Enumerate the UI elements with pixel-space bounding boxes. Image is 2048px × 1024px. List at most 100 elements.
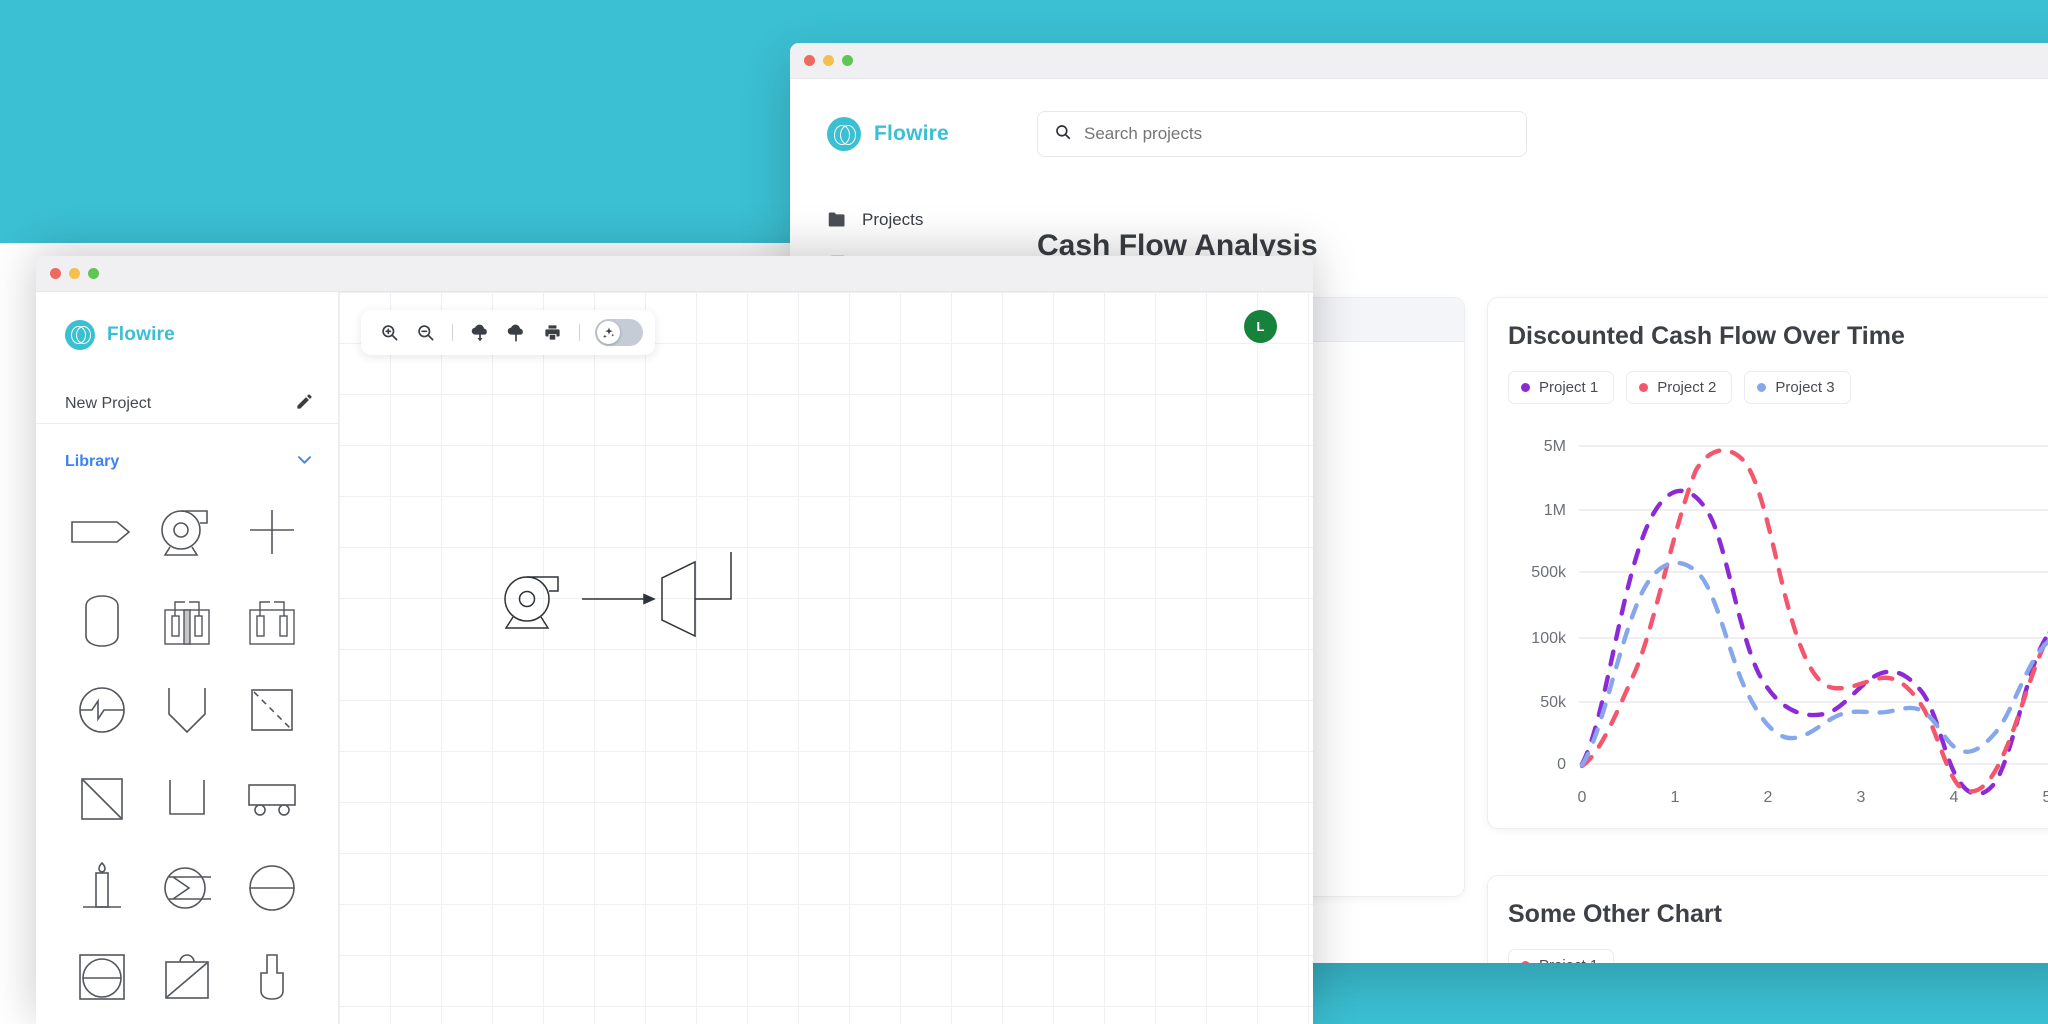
close-window-button[interactable] <box>804 55 815 66</box>
legend-dot-project-1 <box>1521 383 1530 392</box>
xtick-label: 4 <box>1950 789 1959 806</box>
zoom-in-button[interactable] <box>373 317 405 349</box>
chart-card-dcf: Discounted Cash Flow Over Time Project 1… <box>1487 297 2048 829</box>
shape-open-tank[interactable] <box>145 759 230 838</box>
library-title: Library <box>65 453 120 470</box>
shape-probe[interactable] <box>229 937 314 1016</box>
shape-dashed-diagonal-box[interactable] <box>229 670 314 749</box>
canvas-toolbar[interactable] <box>361 310 655 355</box>
shape-candle-burner[interactable] <box>60 848 145 927</box>
editor-window-titlebar[interactable] <box>36 256 1313 292</box>
legend-chip-project-2[interactable]: Project 2 <box>1626 371 1733 404</box>
chart-1-legend[interactable]: Project 1 Project 2 Project 3 <box>1508 371 2048 404</box>
editor-close-button[interactable] <box>50 268 61 279</box>
chart-1-svg: 5M 1M 500k 100k 50k 0 0 1 2 3 4 5 <box>1531 438 2048 806</box>
chevron-down-icon[interactable] <box>295 450 314 474</box>
ai-assist-toggle-knob[interactable] <box>597 321 620 344</box>
legend-chip-project-1[interactable]: Project 1 <box>1508 371 1615 404</box>
brand-name: Flowire <box>874 122 949 145</box>
zoom-out-button[interactable] <box>409 317 441 349</box>
project-name: New Project <box>65 394 152 412</box>
toolbar-divider-1 <box>452 324 453 341</box>
shape-circle-in-box[interactable] <box>60 937 145 1016</box>
legend-chip-project-3[interactable]: Project 3 <box>1744 371 1851 404</box>
chart-1-plot: 5M 1M 500k 100k 50k 0 0 1 2 3 4 5 <box>1504 424 2048 814</box>
editor-sidebar: Flowire New Project Library <box>36 292 339 1024</box>
diagram-editor-window[interactable]: Flowire New Project Library L <box>36 256 1313 1024</box>
ai-assist-toggle[interactable] <box>595 319 643 346</box>
minimize-window-button[interactable] <box>823 55 834 66</box>
editor-minimize-button[interactable] <box>69 268 80 279</box>
series-line-project-3 <box>1579 560 2048 768</box>
shape-crossing-lines[interactable] <box>229 492 314 571</box>
flowire-logo-icon <box>827 117 861 151</box>
diagram-canvas[interactable]: L <box>339 292 1313 1024</box>
legend-label-project-2: Project 2 <box>1657 379 1717 396</box>
shape-electrolysis-cell-membrane[interactable] <box>145 581 230 660</box>
ytick-label: 50k <box>1540 694 1567 711</box>
shape-mixer-circle[interactable] <box>145 848 230 927</box>
shape-library-grid[interactable] <box>36 492 338 1024</box>
ytick-label: 500k <box>1531 564 1567 581</box>
charts-column: Discounted Cash Flow Over Time Project 1… <box>1487 297 2048 963</box>
series-line-project-2 <box>1579 448 2048 794</box>
xtick-label: 5 <box>2043 789 2048 806</box>
legend-label-project-3: Project 3 <box>1775 379 1835 396</box>
brand-logo-block[interactable]: Flowire <box>790 117 1035 151</box>
ytick-label: 0 <box>1557 756 1566 773</box>
chart-card-other: Some Other Chart Project 1 5M <box>1487 875 2048 963</box>
analytics-window-titlebar[interactable] <box>790 43 2048 79</box>
shape-bagged-box[interactable] <box>145 937 230 1016</box>
legend-dot-project-3 <box>1757 383 1767 392</box>
sparkle-icon <box>602 326 614 338</box>
trapezoid-node <box>661 560 696 638</box>
canvas-diagram[interactable] <box>499 552 1059 832</box>
shape-diagonal-box[interactable] <box>60 759 145 838</box>
library-header[interactable]: Library <box>36 424 338 474</box>
flowire-logo-icon <box>65 320 95 350</box>
shape-signal-generator[interactable] <box>60 670 145 749</box>
shape-electrolysis-cell[interactable] <box>229 581 314 660</box>
xtick-label: 0 <box>1578 789 1587 806</box>
legend-dot-project-1-chart2 <box>1521 961 1530 963</box>
export-button[interactable] <box>500 317 532 349</box>
ytick-label: 5M <box>1544 438 1566 455</box>
project-name-row[interactable]: New Project <box>36 384 338 424</box>
folder-icon <box>827 209 848 230</box>
shape-pentagon-arrow[interactable] <box>60 492 145 571</box>
ytick-label: 1M <box>1544 502 1566 519</box>
editor-brand-name: Flowire <box>107 324 175 345</box>
search-icon <box>1054 123 1072 146</box>
xtick-label: 1 <box>1671 789 1680 806</box>
sidebar-item-projects-label: Projects <box>862 209 924 229</box>
shape-split-circle[interactable] <box>229 848 314 927</box>
legend-chip-project-1-chart2[interactable]: Project 1 <box>1508 949 1615 963</box>
legend-dot-project-2 <box>1639 383 1649 392</box>
maximize-window-button[interactable] <box>842 55 853 66</box>
search-box[interactable] <box>1037 111 1527 157</box>
shape-centrifugal-pump[interactable] <box>145 492 230 571</box>
shape-vessel[interactable] <box>60 581 145 660</box>
import-button[interactable] <box>464 317 496 349</box>
pencil-icon[interactable] <box>295 392 314 416</box>
legend-label-project-1-chart2: Project 1 <box>1539 957 1598 963</box>
ytick-label: 100k <box>1531 630 1567 647</box>
search-input[interactable] <box>1084 124 1510 144</box>
xtick-label: 2 <box>1764 789 1773 806</box>
shape-cart[interactable] <box>229 759 314 838</box>
shape-v-bottom-tank[interactable] <box>145 670 230 749</box>
toolbar-divider-2 <box>579 324 580 341</box>
chart-1-ytick-labels: 5M 1M 500k 100k 50k 0 <box>1531 438 1567 773</box>
sidebar-item-projects[interactable]: Projects <box>790 197 1035 242</box>
xtick-label: 3 <box>1857 789 1866 806</box>
chart-1-title: Discounted Cash Flow Over Time <box>1508 322 1905 350</box>
chart-2-title: Some Other Chart <box>1508 900 1722 928</box>
user-avatar[interactable]: L <box>1244 310 1277 343</box>
connector-pump-to-trapezoid <box>582 593 656 605</box>
editor-brand-block[interactable]: Flowire <box>36 292 338 350</box>
legend-label-project-1: Project 1 <box>1539 379 1599 396</box>
print-button[interactable] <box>536 317 568 349</box>
connector-trapezoid-to-funnel <box>695 552 732 600</box>
editor-maximize-button[interactable] <box>88 268 99 279</box>
chart-2-legend[interactable]: Project 1 <box>1508 949 2048 963</box>
